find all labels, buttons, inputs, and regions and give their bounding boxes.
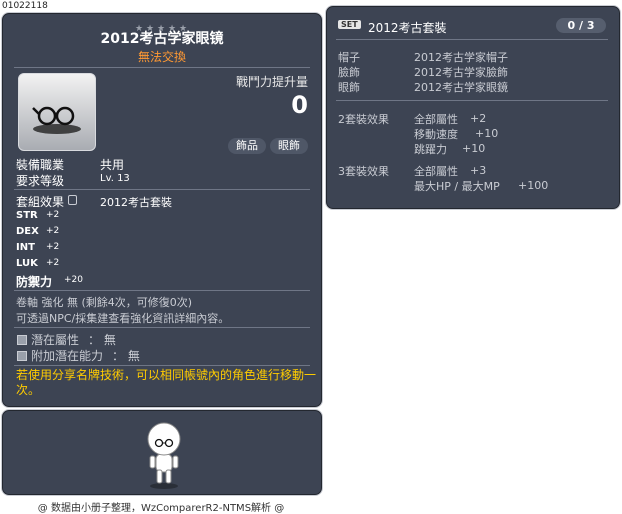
set-piece-name: 2012考古学家眼鏡 bbox=[414, 81, 508, 94]
item-name: 2012考古学家眼镜 bbox=[100, 31, 224, 47]
set-effect-label: 3套裝效果 bbox=[338, 165, 389, 178]
set-info-panel: SET 2012考古套裝 0 / 3 帽子 2012考古学家帽子 臉飾 2012… bbox=[325, 5, 621, 210]
stat-value: +2 bbox=[46, 258, 60, 268]
bonus-potential-value: ： 無 bbox=[112, 349, 140, 363]
stat-value: +2 bbox=[46, 226, 60, 236]
npc-info: 可透過NPC/採集建查看強化資訊詳細內容。 bbox=[16, 312, 230, 325]
stat-value: +2 bbox=[46, 242, 60, 252]
lock-icon bbox=[68, 195, 77, 205]
glasses-icon bbox=[32, 106, 81, 134]
level-value: Lv. 13 bbox=[100, 173, 130, 184]
category-tag: 眼飾 bbox=[270, 138, 308, 154]
scroll-info: 卷軸 強化 無 (剩餘4次，可修復0次) bbox=[16, 296, 193, 309]
trade-note: 無法交換 bbox=[137, 50, 186, 64]
set-effect-label: 套組效果 bbox=[16, 195, 65, 209]
defense-label: 防禦力 bbox=[16, 275, 53, 289]
potential-bullet-icon bbox=[17, 335, 27, 345]
level-label: 要求等级 bbox=[16, 174, 65, 188]
set-effect-label: 2套裝效果 bbox=[338, 113, 389, 126]
stat-name: LUK bbox=[16, 258, 38, 269]
set-count: 0 / 3 bbox=[556, 18, 606, 33]
item-tooltip-panel: ★ ★ ★ ★ ★ 2012考古学家眼镜 無法交換 戰鬥力提升量 0 飾品 眼飾… bbox=[1, 12, 323, 408]
set-title: 2012考古套裝 bbox=[368, 21, 447, 35]
stat-name: STR bbox=[16, 210, 38, 221]
stat-name: DEX bbox=[16, 226, 39, 237]
potential-value: ： 無 bbox=[88, 333, 116, 347]
set-effect-value: +10 bbox=[462, 142, 486, 155]
set-effect-name: 最大HP / 最大MP bbox=[414, 180, 500, 193]
set-effect-value: 2012考古套裝 bbox=[100, 196, 172, 209]
job-value: 共用 bbox=[100, 158, 125, 172]
footer-credit: @ 数据由小册子整理，WzComparerR2-NTMS解析 @ bbox=[37, 503, 285, 514]
character-preview-panel bbox=[1, 409, 323, 496]
set-effect-name: 全部屬性 bbox=[414, 113, 458, 126]
set-effect-name: 跳躍力 bbox=[414, 143, 447, 156]
job-label: 裝備職業 bbox=[16, 158, 65, 172]
set-effect-name: 移動速度 bbox=[414, 128, 458, 141]
bonus-potential-label: 附加潛在能力 bbox=[31, 349, 104, 363]
set-badge: SET bbox=[338, 20, 361, 29]
set-piece-name: 2012考古学家帽子 bbox=[414, 51, 508, 64]
combat-power-value: 0 bbox=[291, 91, 308, 119]
set-piece-name: 2012考古学家臉飾 bbox=[414, 66, 508, 79]
set-piece-slot: 眼飾 bbox=[338, 81, 360, 94]
set-piece-slot: 臉飾 bbox=[338, 66, 360, 79]
character-preview bbox=[147, 422, 181, 489]
category-tag: 飾品 bbox=[228, 138, 266, 154]
set-effect-value: +10 bbox=[475, 127, 499, 140]
defense-value: +20 bbox=[64, 275, 83, 285]
item-code: 01022118 bbox=[2, 1, 48, 11]
set-effect-value: +3 bbox=[470, 164, 487, 177]
set-effect-value: +2 bbox=[470, 112, 487, 125]
stat-name: INT bbox=[16, 242, 35, 253]
stat-value: +2 bbox=[46, 210, 60, 220]
bonus-potential-bullet-icon bbox=[17, 351, 27, 361]
item-icon-frame bbox=[18, 73, 96, 151]
potential-label: 潛在屬性 bbox=[31, 333, 80, 347]
set-piece-slot: 帽子 bbox=[338, 51, 360, 64]
combat-power-label: 戰鬥力提升量 bbox=[235, 75, 308, 89]
set-effect-value: +100 bbox=[518, 179, 549, 192]
set-effect-name: 全部屬性 bbox=[414, 165, 458, 178]
share-note: 若使用分享名牌技術，可以相同帳號內的角色進行移動一次。 bbox=[16, 368, 317, 397]
